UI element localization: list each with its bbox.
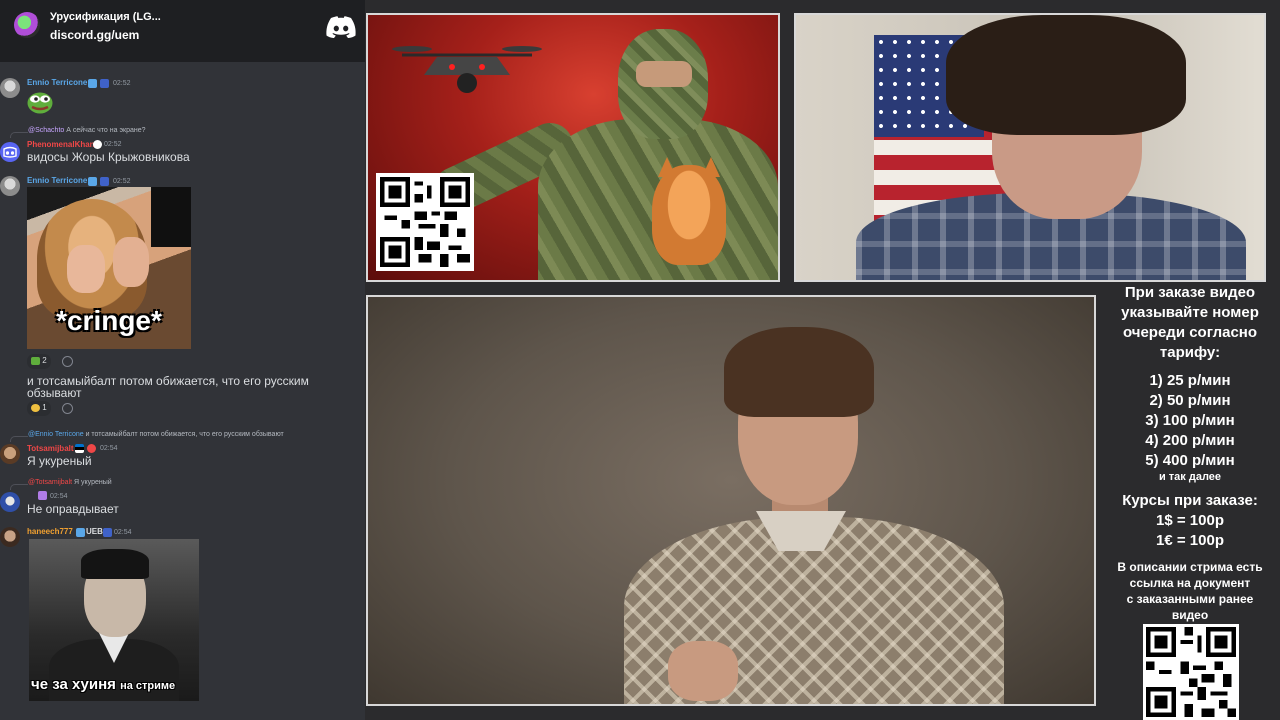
speaker-hand [668, 641, 738, 701]
role-badge-icon [88, 79, 97, 88]
reply-snippet: А сейчас что на экране? [66, 127, 146, 134]
role-badge-icon [76, 528, 85, 537]
timestamp: 02:52 [104, 141, 122, 148]
avatar[interactable] [0, 78, 20, 98]
description-line: с заказанными ранее [1126, 592, 1254, 606]
soldier-poster-frame [366, 13, 780, 282]
avatar[interactable] [0, 444, 20, 464]
drone-icon [392, 46, 542, 93]
qr-code-icon [376, 173, 474, 271]
timestamp: 02:52 [113, 80, 131, 87]
tariff-more: и так далее [1158, 471, 1222, 483]
tariff-line: 4) 200 р/мин [1145, 432, 1235, 449]
reply-connector [10, 132, 28, 138]
reaction-count: 2 [42, 356, 47, 365]
username[interactable]: Totsamijbalt [27, 444, 74, 453]
timestamp: 02:54 [114, 529, 132, 536]
reply-connector [10, 436, 28, 442]
avatar[interactable] [0, 176, 20, 196]
reply-author: @Schachto [28, 127, 65, 134]
rate-line: 1$ = 100р [1156, 512, 1224, 529]
reply-preview[interactable]: @Totsamijbalt Я укуреный [28, 479, 112, 486]
reply-connector [10, 484, 28, 490]
reaction-pill[interactable]: 1 [27, 401, 51, 416]
server-invite-link[interactable]: discord.gg/uem [50, 28, 139, 42]
reply-preview[interactable]: @Ennio Terricone и тотсамыйбалт потом об… [28, 431, 284, 438]
meme-caption: че за хуиня на стриме [31, 676, 197, 693]
reaction-pill[interactable]: 2 [27, 354, 51, 369]
order-info-panel: При заказе видео указывайте номер очеред… [1100, 282, 1280, 720]
tariff-line: 3) 100 р/мин [1145, 412, 1235, 429]
avatar[interactable] [0, 492, 20, 512]
timestamp: 02:54 [50, 493, 68, 500]
info-heading-line: тарифу: [1159, 344, 1221, 361]
username[interactable]: Ennio Terricone [27, 78, 87, 87]
gif-background [151, 187, 191, 247]
discord-avatar-icon [3, 146, 17, 158]
avatar[interactable] [0, 142, 20, 162]
message-text: обзывают [27, 386, 82, 400]
user-tag: UEB [86, 527, 103, 536]
webcam-frame [794, 13, 1266, 282]
meme-caption-big: че за хуиня [31, 676, 116, 693]
server-icon[interactable] [14, 12, 40, 38]
cringe-gif-attachment[interactable]: *cringe* [27, 187, 191, 349]
speaker-hair [724, 327, 874, 417]
tariff-line: 2) 50 р/мин [1149, 392, 1231, 409]
role-badge-icon [38, 491, 47, 500]
reaction-emoji-icon [31, 356, 40, 365]
avatar[interactable] [0, 527, 20, 547]
tariff-line: 1) 25 р/мин [1149, 372, 1231, 389]
reply-author: @Totsamijbalt [28, 479, 73, 486]
timestamp: 02:54 [100, 445, 118, 452]
role-badge-icon [88, 177, 97, 186]
info-heading-line: указывайте номер [1121, 304, 1259, 321]
tariff-line: 5) 400 р/мин [1145, 452, 1235, 469]
discord-logo-icon [326, 16, 356, 38]
streamer-hair [946, 15, 1186, 135]
role-badge-icon [100, 177, 109, 186]
gif-hand [67, 245, 105, 293]
info-heading-line: очереди согласно [1122, 324, 1258, 341]
reply-snippet: и тотсамыйбалт потом обижается, что его … [85, 431, 284, 438]
discord-chat-panel: Урусификация (LG... discord.gg/uem Ennio… [0, 0, 365, 720]
reaction-add-icon[interactable] [62, 356, 73, 367]
rate-line: 1€ = 100р [1156, 532, 1224, 549]
message-text: Не оправдывает [27, 502, 119, 516]
gif-hand [113, 237, 149, 287]
role-badge-icon [93, 140, 102, 149]
username[interactable]: Ennio Terricone [27, 176, 87, 185]
chat-header: Урусификация (LG... discord.gg/uem [0, 0, 365, 62]
role-badge-icon [103, 528, 112, 537]
flag-badge-icon [75, 444, 84, 453]
timestamp: 02:52 [113, 178, 131, 185]
role-badge-icon [100, 79, 109, 88]
soldier-face [636, 61, 692, 87]
reply-snippet: Я укуреный [74, 479, 112, 486]
description-line: ссылка на документ [1129, 576, 1251, 590]
info-heading-line: При заказе видео [1124, 284, 1256, 301]
server-name[interactable]: Урусификация (LG... [50, 11, 161, 23]
rates-heading: Курсы при заказе: [1122, 492, 1258, 509]
reply-preview[interactable]: @Schachto А сейчас что на экране? [28, 127, 146, 134]
meme-caption-small: на стриме [120, 680, 176, 692]
username[interactable]: PhenomenalKhan [27, 140, 95, 149]
qr-code-icon [1143, 624, 1239, 720]
pepe-emoji [27, 92, 53, 114]
message-text: Я укуреный [27, 454, 92, 468]
reaction-count: 1 [42, 403, 47, 412]
description-line: В описании стрима есть [1117, 560, 1263, 574]
reaction-emoji-icon [31, 403, 40, 412]
reply-author: @Ennio Terricone [28, 431, 84, 438]
meme-person-hair [81, 549, 149, 579]
username[interactable]: haneech777 [27, 527, 73, 536]
gif-caption: *cringe* [56, 305, 162, 336]
description-line: видео [1171, 608, 1209, 622]
meme-image-attachment[interactable]: че за хуиня на стриме [29, 539, 199, 701]
main-video-frame [366, 295, 1096, 706]
reaction-add-icon[interactable] [62, 403, 73, 414]
message-text: видосы Жоры Крыжовникова [27, 150, 190, 164]
cat [652, 165, 726, 265]
role-badge-icon [87, 444, 96, 453]
